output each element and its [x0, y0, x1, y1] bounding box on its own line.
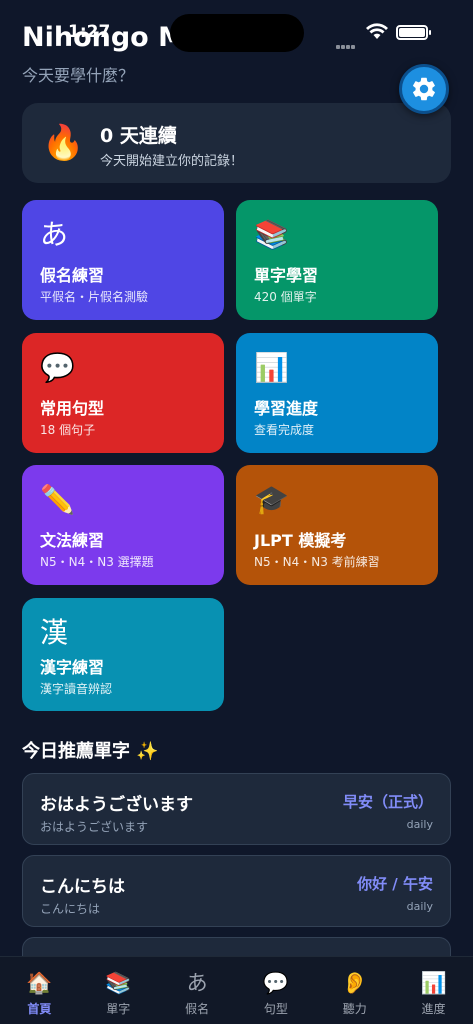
hiragana-a-icon: あ	[40, 218, 69, 251]
tile-title: 單字學習	[254, 266, 319, 285]
word-meaning: 你好 / 午安	[357, 875, 433, 893]
tile-grammar[interactable]: ✏️ 文法練習 N5・N4・N3 選擇題	[22, 465, 224, 585]
word-reading: おはようございます	[40, 820, 149, 834]
graduation-cap-icon: 🎓	[254, 483, 289, 516]
word-meaning: 早安（正式）	[342, 793, 433, 811]
battery-tip	[429, 30, 431, 35]
nav-item-home[interactable]: 🏠 首頁	[0, 957, 79, 1024]
tile-subtitle: 平假名・片假名測驗	[40, 290, 149, 304]
nav-item-kana[interactable]: あ 假名	[158, 957, 237, 1024]
tile-jlpt-mock-exam[interactable]: 🎓 JLPT 模擬考 N5・N4・N3 考前練習	[236, 465, 438, 585]
tile-progress[interactable]: 📊 學習進度 查看完成度	[236, 333, 438, 453]
nav-item-progress[interactable]: 📊 進度	[394, 957, 473, 1024]
streak-title: 0 天連續	[100, 125, 177, 147]
wifi-icon	[366, 22, 388, 44]
tile-subtitle: N5・N4・N3 考前練習	[254, 555, 380, 569]
nav-item-listening[interactable]: 👂 聽力	[315, 957, 394, 1024]
nav-label: 單字	[106, 1002, 131, 1016]
nav-item-phrases[interactable]: 💬 句型	[236, 957, 315, 1024]
tile-title: 常用句型	[40, 399, 105, 418]
books-icon: 📚	[254, 218, 289, 251]
tile-subtitle: 漢字讀音辨認	[40, 682, 113, 696]
cellular-signal-icon	[336, 34, 360, 49]
gear-icon	[413, 77, 435, 101]
pencil-icon: ✏️	[40, 483, 75, 516]
ear-icon: 👂	[341, 971, 368, 995]
tile-vocabulary[interactable]: 📚 單字學習 420 個單字	[236, 200, 438, 320]
nav-label: 句型	[263, 1002, 288, 1016]
speech-bubble-icon: 💬	[262, 971, 289, 995]
nav-label: 假名	[185, 1002, 210, 1016]
nav-item-vocabulary[interactable]: 📚 單字	[79, 957, 158, 1024]
word-japanese: おはようございます	[40, 795, 193, 815]
tile-subtitle: 查看完成度	[254, 423, 315, 437]
tile-title: 學習進度	[254, 399, 319, 418]
nav-label: 聽力	[342, 1002, 367, 1016]
speech-bubble-icon: 💬	[40, 351, 75, 384]
nav-label: 進度	[421, 1002, 446, 1016]
word-card[interactable]: おはようございます おはようございます 早安（正式） daily	[22, 773, 451, 845]
home-icon: 🏠	[26, 971, 53, 995]
section-title-recommended: 今日推薦單字 ✨	[22, 741, 159, 762]
bottom-nav: 🏠 首頁 📚 單字 あ 假名 💬 句型 👂 聽力 📊 進度	[0, 956, 473, 1024]
word-category: daily	[406, 900, 433, 913]
bar-chart-icon: 📊	[254, 351, 289, 384]
battery-icon	[396, 25, 428, 40]
bar-chart-icon: 📊	[420, 971, 447, 995]
page-subtitle: 今天要學什麼？	[22, 66, 135, 85]
dynamic-island	[170, 14, 304, 52]
nav-label: 首頁	[27, 1002, 52, 1016]
tile-subtitle: 420 個單字	[254, 290, 317, 304]
streak-card: 🔥 0 天連續 今天開始建立你的記錄！	[22, 103, 451, 183]
tile-title: 文法練習	[40, 531, 105, 550]
hiragana-a-icon: あ	[186, 971, 208, 995]
tile-title: JLPT 模擬考	[254, 531, 347, 550]
tile-subtitle: 18 個句子	[40, 423, 96, 437]
word-card[interactable]: こんにちは こんにちは 你好 / 午安 daily	[22, 855, 451, 927]
tile-kana-practice[interactable]: あ 假名練習 平假名・片假名測驗	[22, 200, 224, 320]
word-reading: こんにちは	[40, 902, 101, 916]
books-icon: 📚	[105, 971, 132, 995]
status-time: 1:27	[68, 22, 111, 42]
streak-subtitle: 今天開始建立你的記錄！	[100, 154, 244, 169]
kanji-icon: 漢	[40, 616, 69, 649]
status-bar: 1:27	[0, 0, 473, 60]
settings-button[interactable]	[399, 64, 449, 114]
tile-kanji-practice[interactable]: 漢 漢字練習 漢字讀音辨認	[22, 598, 224, 711]
fire-icon: 🔥	[42, 123, 85, 163]
tile-phrases[interactable]: 💬 常用句型 18 個句子	[22, 333, 224, 453]
tile-title: 漢字練習	[40, 658, 105, 677]
tile-title: 假名練習	[40, 266, 105, 285]
word-japanese: こんにちは	[40, 877, 125, 897]
word-category: daily	[406, 818, 433, 831]
tile-subtitle: N5・N4・N3 選擇題	[40, 555, 154, 569]
